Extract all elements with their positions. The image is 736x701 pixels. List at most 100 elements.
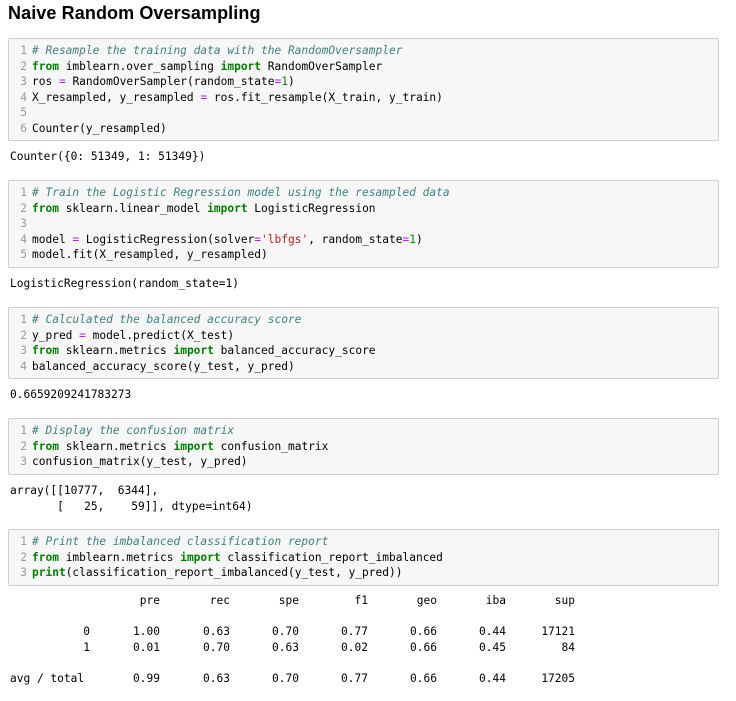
code-token: sklearn.metrics (58, 439, 174, 453)
code-line[interactable]: 2 y_pred = model.predict(X_test) (9, 328, 718, 344)
code-line[interactable]: 2 from sklearn.metrics import confusion_m… (9, 439, 718, 455)
code-line[interactable]: 3 confusion_matrix(y_test, y_pred) (9, 454, 718, 470)
code-token: imblearn.over_sampling (58, 59, 221, 73)
line-number: 1 (20, 44, 27, 57)
code-line[interactable]: 4 model = LogisticRegression(solver='lbfg… (9, 232, 718, 248)
code-line[interactable]: 2 from sklearn.linear_model import Logist… (9, 201, 718, 217)
code-line[interactable]: 2 from imblearn.over_sampling import Rand… (9, 59, 718, 75)
line-number: 3 (20, 75, 27, 88)
classification-report: pre rec spe f1 geo iba sup 0 1.00 0.63 0… (10, 593, 575, 686)
cell-output: Counter({0: 51349, 1: 51349}) (10, 150, 206, 163)
cell-output: 0.6659209241783273 (10, 388, 132, 401)
line-number: 2 (20, 59, 27, 73)
report-total-row: avg / total 0.99 0.63 0.70 0.77 0.66 0.4… (10, 671, 575, 687)
code-line[interactable]: 1 # Train the Logistic Regression model u… (9, 185, 718, 201)
report-cell: 0.63 (203, 625, 230, 638)
report-cell: 0.66 (410, 671, 437, 685)
line-number: 6 (20, 121, 27, 135)
code-token: from (32, 550, 59, 564)
code-token: from (32, 344, 59, 357)
report-cell: 0.70 (272, 625, 299, 638)
line-number: 3 (20, 344, 27, 357)
report-cell: 0.99 (133, 671, 160, 685)
line-number: 1 (20, 186, 27, 199)
report-cell: 17121 (541, 625, 575, 638)
report-cell: 0.63 (272, 640, 299, 654)
line-number: 1 (20, 313, 27, 326)
code-token: ros (32, 75, 59, 88)
code-token: from (32, 439, 59, 453)
code-token: import (173, 344, 214, 357)
code-token: # Display the confusion matrix (32, 424, 235, 437)
line-number: 2 (20, 201, 27, 215)
code-line[interactable]: 3 ros = RandomOverSampler(random_state=1) (9, 74, 718, 90)
code-token: Counter(y_resampled) (32, 121, 167, 135)
code-token: X_resampled, y_resampled (32, 90, 201, 104)
report-header: rec (209, 594, 230, 607)
cell-output: array([[10777, 6344], [ 25, 59]], dtype=… (10, 484, 253, 513)
code-token: import (220, 59, 262, 73)
code-token: model.predict(X_test) (85, 328, 235, 342)
code-line[interactable]: 3 from sklearn.metrics import balanced_ac… (9, 343, 718, 359)
code-cell[interactable]: 1 # Resample the training data with the R… (8, 38, 719, 141)
code-token: 'lbfgs' (261, 232, 309, 246)
report-cell: 0.01 (133, 640, 160, 654)
code-cell[interactable]: 1 # Display the confusion matrix 2 from skl… (8, 418, 719, 475)
report-cell: 0.66 (410, 625, 437, 638)
line-number: 2 (20, 550, 27, 564)
report-cell: 0.02 (341, 640, 368, 654)
code-token: = (58, 75, 66, 88)
report-row-label: 0 (83, 625, 90, 638)
code-token: y_pred (32, 328, 80, 342)
code-token: ros.fit_resample(X_train, y_train) (207, 90, 443, 104)
line-number: 5 (20, 106, 27, 119)
code-token: balanced_accuracy_score (213, 344, 376, 357)
code-token: print (32, 566, 66, 579)
code-token: LogisticRegression(solver (79, 232, 255, 246)
report-header-row: pre rec spe f1 geo iba sup (10, 593, 575, 609)
line-number: 3 (20, 217, 27, 230)
code-token: ) (416, 232, 423, 246)
code-cell[interactable]: 1 # Print the imbalanced classification r… (8, 529, 719, 586)
code-line[interactable]: 4 balanced_accuracy_score(y_test, y_pred) (9, 359, 718, 375)
code-token: from (32, 201, 59, 215)
code-line[interactable]: 1 # Calculated the balanced accuracy scor… (9, 312, 718, 328)
code-line[interactable]: 4 X_resampled, y_resampled = ros.fit_resa… (9, 90, 718, 106)
report-header: spe (278, 594, 299, 607)
report-cell: 0.44 (479, 625, 506, 638)
line-number: 4 (20, 359, 27, 373)
code-line[interactable]: 5 model.fit(X_resampled, y_resampled) (9, 247, 718, 263)
code-line[interactable]: 3 print(classification_report_imbalanced(… (9, 565, 718, 581)
line-number: 4 (20, 232, 27, 246)
code-token: RandomOverSampler(random_state (65, 75, 275, 88)
report-row-label: 1 (83, 640, 90, 654)
code-line[interactable]: 1 # Display the confusion matrix (9, 423, 718, 439)
code-token: # Train the Logistic Regression model us… (32, 186, 450, 199)
code-line[interactable]: 6 Counter(y_resampled) (9, 121, 718, 137)
code-token: = (79, 328, 86, 342)
report-header: geo (416, 594, 437, 607)
report-header: iba (485, 594, 506, 607)
code-line[interactable]: 1 # Print the imbalanced classification r… (9, 534, 718, 550)
code-token: # Print the imbalanced classification re… (32, 535, 329, 548)
code-line[interactable]: 5 (9, 105, 718, 121)
code-token: import (173, 439, 214, 453)
code-token: import (207, 201, 248, 215)
code-line[interactable]: 2 from imblearn.metrics import classifica… (9, 550, 718, 566)
report-row: 0 1.00 0.63 0.70 0.77 0.66 0.44 17121 (10, 624, 575, 640)
code-token: classification_report_imbalanced (220, 550, 443, 564)
code-line[interactable]: 1 # Resample the training data with the R… (9, 43, 718, 59)
line-number: 5 (20, 248, 27, 261)
code-cell[interactable]: 1 # Train the Logistic Regression model u… (8, 180, 719, 268)
report-cell: 17205 (541, 671, 575, 685)
code-cell[interactable]: 1 # Calculated the balanced accuracy scor… (8, 307, 719, 379)
code-token: from (32, 59, 59, 73)
report-cell: 0.77 (341, 625, 368, 638)
report-cell: 84 (561, 640, 575, 654)
line-number: 3 (20, 566, 27, 579)
code-token: # Calculated the balanced accuracy score (32, 313, 302, 326)
code-token: RandomOverSampler (261, 59, 383, 73)
code-line[interactable]: 3 (9, 216, 718, 232)
code-token: import (180, 550, 221, 564)
code-token: , random_state (308, 232, 403, 246)
